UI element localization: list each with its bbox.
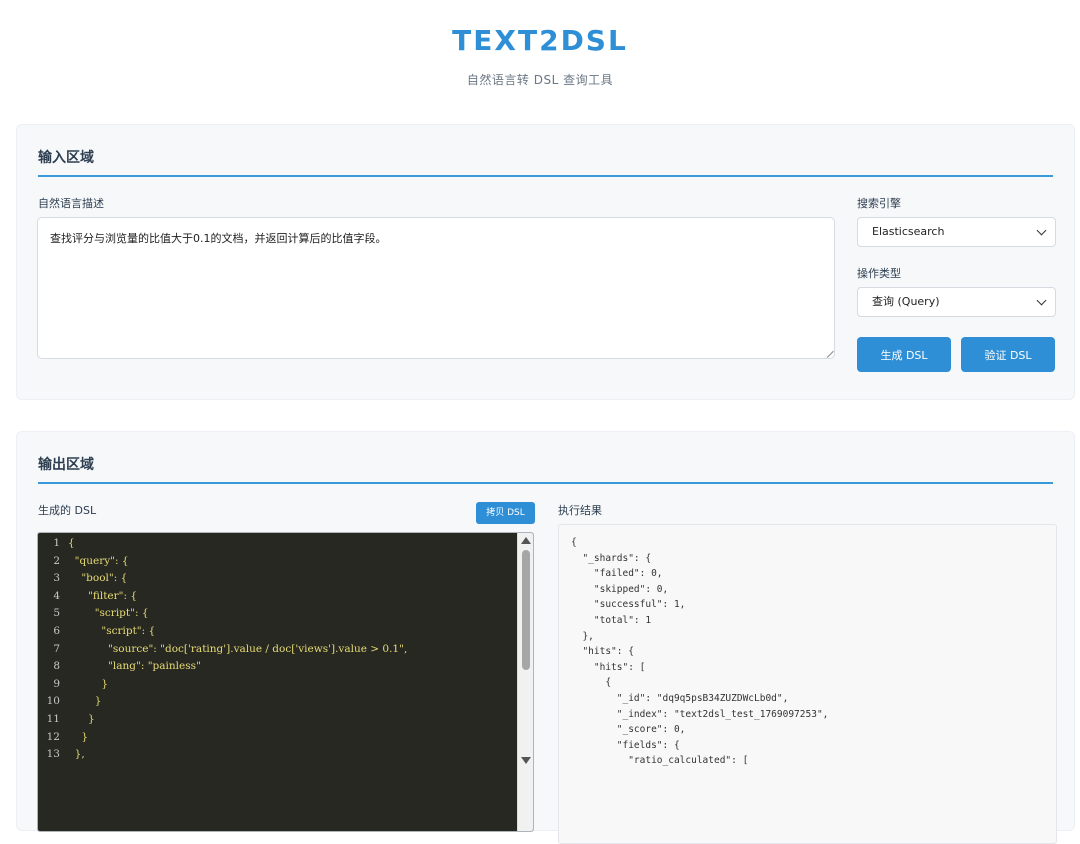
generated-dsl-label: 生成的 DSL [38, 504, 97, 517]
engine-select[interactable]: Elasticsearch [857, 217, 1056, 247]
operation-select[interactable]: 查询 (Query) [857, 287, 1056, 317]
code-text: "script": { [68, 624, 156, 637]
line-number: 7 [53, 642, 60, 655]
code-text: }, [68, 748, 85, 761]
code-text: "bool": { [68, 572, 128, 585]
code-text: "lang": "painless" [68, 660, 201, 673]
code-text: } [68, 712, 95, 725]
scroll-thumb[interactable] [522, 550, 530, 670]
line-number: 13 [46, 748, 60, 761]
line-number: 1 [53, 537, 60, 549]
code-line: 3 "bool": { [38, 570, 533, 588]
code-text: } [68, 695, 102, 708]
input-panel: 输入区域 自然语言描述 查找评分与浏览量的比值大于0.1的文档，并返回计算后的比… [16, 124, 1075, 400]
dsl-code-editor[interactable]: 1{2 "query": {3 "bool": {4 "filter": {5 … [37, 532, 534, 832]
code-text: "source": "doc['rating'].value / doc['vi… [68, 642, 408, 655]
line-number: 10 [46, 695, 60, 708]
code-line: 13 }, [38, 746, 533, 764]
code-line: 6 "script": { [38, 623, 533, 641]
line-number: 4 [53, 589, 60, 602]
operation-select-value: 查询 (Query) [872, 295, 940, 308]
code-line: 11 } [38, 711, 533, 729]
code-line: 12 } [38, 729, 533, 747]
line-number: 12 [46, 730, 60, 743]
code-line: 7 "source": "doc['rating'].value / doc['… [38, 641, 533, 659]
operation-label: 操作类型 [857, 267, 901, 280]
output-panel-title: 输出区域 [38, 457, 94, 473]
code-line: 5 "script": { [38, 605, 533, 623]
output-panel: 输出区域 生成的 DSL 拷贝 DSL 1{2 "query": {3 "boo… [16, 431, 1075, 844]
line-number: 11 [46, 712, 60, 725]
line-number: 2 [53, 554, 60, 567]
code-line: 2 "query": { [38, 553, 533, 571]
nl-description-textarea[interactable]: 查找评分与浏览量的比值大于0.1的文档，并返回计算后的比值字段。 [37, 217, 835, 359]
execution-result-json: { "_shards": { "failed": 0, "skipped": 0… [571, 537, 829, 767]
line-number: 3 [53, 572, 60, 585]
code-text: { [68, 537, 75, 549]
code-line: 10 } [38, 693, 533, 711]
line-number: 6 [53, 624, 60, 637]
chevron-down-icon [1036, 225, 1047, 236]
code-text: "script": { [68, 607, 149, 620]
page-header: TEXT2DSL 自然语言转 DSL 查询工具 [0, 0, 1080, 124]
generate-dsl-button[interactable]: 生成 DSL [857, 337, 951, 372]
validate-dsl-button[interactable]: 验证 DSL [961, 337, 1055, 372]
code-line: 8 "lang": "painless" [38, 658, 533, 676]
output-panel-divider [38, 482, 1053, 484]
line-number: 9 [53, 677, 60, 690]
line-number: 8 [53, 660, 60, 673]
line-number: 5 [53, 607, 60, 620]
chevron-down-icon [1036, 295, 1047, 306]
scroll-up-arrow-icon[interactable] [521, 537, 531, 544]
execution-result-label: 执行结果 [558, 504, 602, 517]
input-panel-title: 输入区域 [38, 150, 94, 166]
copy-dsl-button[interactable]: 拷贝 DSL [476, 502, 535, 524]
code-lines: 1{2 "query": {3 "bool": {4 "filter": {5 … [38, 533, 533, 764]
input-panel-divider [38, 175, 1053, 177]
engine-select-value: Elasticsearch [872, 225, 945, 238]
app-logo-title: TEXT2DSL [452, 24, 628, 57]
code-line: 9 } [38, 676, 533, 694]
code-line: 4 "filter": { [38, 588, 533, 606]
code-text: } [68, 677, 109, 690]
engine-label: 搜索引擎 [857, 197, 901, 210]
code-text: "filter": { [68, 589, 138, 602]
scroll-down-arrow-icon[interactable] [521, 757, 531, 764]
code-text: } [68, 730, 89, 743]
nl-description-label: 自然语言描述 [38, 197, 104, 210]
code-scrollbar[interactable] [517, 533, 533, 831]
app-subtitle: 自然语言转 DSL 查询工具 [466, 73, 614, 87]
code-line: 1{ [38, 535, 533, 553]
code-text: "query": { [68, 554, 129, 567]
execution-result-panel: { "_shards": { "failed": 0, "skipped": 0… [558, 524, 1057, 844]
